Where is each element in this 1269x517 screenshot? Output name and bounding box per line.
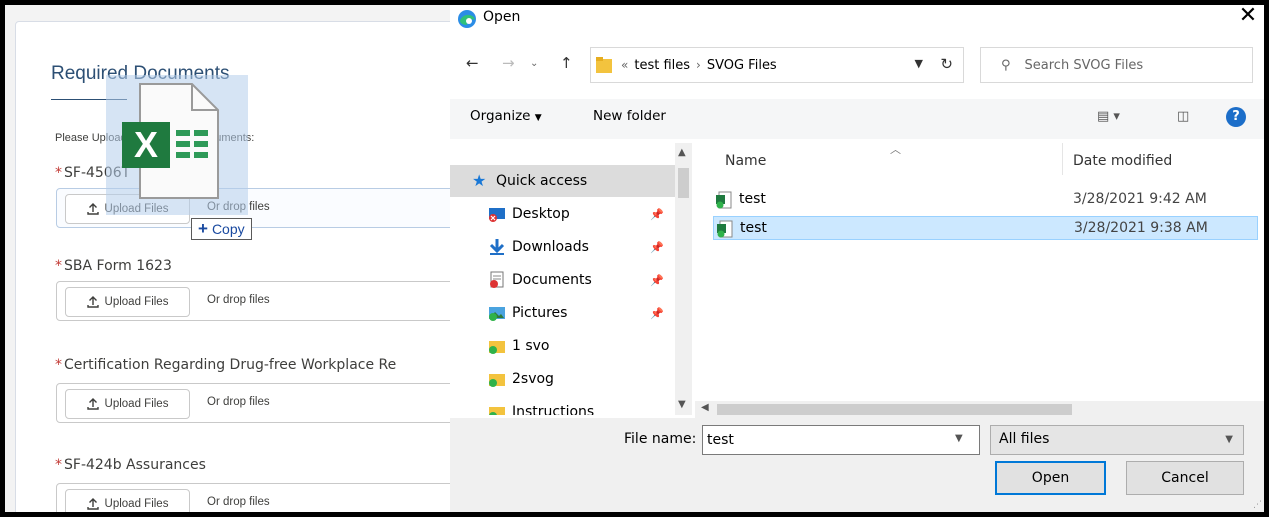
breadcrumb: «test files › SVOG Files [621, 57, 777, 73]
open-file-dialog: Open ✕ ← → ⌄ ↑ «test files › SVOG Files ▼ … [450, 5, 1264, 512]
column-header-name[interactable]: Name [725, 153, 766, 169]
edge-browser-icon [458, 10, 476, 28]
new-folder-button[interactable]: New folder [593, 108, 666, 124]
upload-files-button[interactable]: Upload Files [65, 389, 190, 419]
back-arrow-icon[interactable]: ← [466, 54, 479, 72]
folder-icon [489, 341, 505, 354]
search-input[interactable]: ⚲ Search SVOG Files [980, 47, 1253, 83]
drag-copy-tooltip: + Copy [191, 218, 252, 240]
scrollbar-thumb[interactable] [678, 168, 689, 198]
sort-chevron-icon: ︿ [890, 143, 901, 156]
svg-text:X: X [134, 124, 158, 165]
file-list-horizontal-scrollbar[interactable]: ◀ [695, 401, 1264, 418]
excel-file-icon [717, 220, 733, 238]
breadcrumb-test-files[interactable]: test files [634, 58, 690, 73]
file-row-selected[interactable]: test 3/28/2021 9:38 AM [713, 216, 1258, 240]
drop-files-hint: Or drop files [207, 294, 270, 306]
upload-icon [86, 203, 99, 215]
change-view-icon[interactable]: ▤ ▾ [1097, 109, 1120, 124]
file-name-input[interactable]: test [702, 425, 980, 455]
file-dropzone[interactable]: Upload Files Or drop files [56, 383, 450, 423]
cancel-button[interactable]: Cancel [1126, 461, 1244, 495]
sidebar-item-1-svo[interactable]: 1 svo [450, 330, 675, 362]
doc-label-sba-form-1623: * SBA Form 1623 [55, 258, 172, 274]
excel-file-icon [716, 191, 732, 209]
scroll-left-icon[interactable]: ◀ [701, 402, 709, 413]
up-arrow-icon[interactable]: ↑ [560, 54, 573, 72]
upload-icon [86, 498, 99, 510]
desktop-icon [489, 208, 505, 222]
pin-icon[interactable]: 📌 [650, 208, 664, 221]
file-dropzone[interactable]: Upload Files Or drop files [56, 281, 450, 321]
dialog-titlebar[interactable]: Open ✕ [450, 5, 1264, 37]
sidebar-item-documents[interactable]: Documents 📌 [450, 264, 675, 296]
file-list: Name ︿ Date modified test 3/28/2021 9:42… [695, 143, 1264, 401]
scroll-up-icon[interactable]: ▲ [678, 147, 686, 158]
folder-icon [489, 374, 505, 387]
column-header-date-modified[interactable]: Date modified [1073, 153, 1172, 169]
file-name-label: File name: [624, 431, 697, 447]
search-icon: ⚲ [1001, 57, 1011, 73]
upload-icon [86, 398, 99, 410]
documents-icon [490, 271, 504, 288]
chevron-down-icon: ▼ [534, 113, 542, 123]
resize-grip-icon[interactable]: ⋰ [1253, 500, 1262, 510]
address-bar[interactable]: «test files › SVOG Files ▼ ↻ [590, 47, 964, 83]
sidebar-item-instructions[interactable]: Instructions [450, 396, 675, 415]
upload-files-button[interactable]: Upload Files [65, 287, 190, 317]
scrollbar-thumb[interactable] [717, 404, 1072, 415]
required-marker: * [55, 258, 62, 274]
file-type-select[interactable]: All files ▼ [990, 425, 1244, 455]
organize-button[interactable]: Organize ▼ [470, 108, 542, 124]
recent-locations-chevron-icon[interactable]: ⌄ [530, 58, 538, 69]
open-button[interactable]: Open [995, 461, 1106, 495]
breadcrumb-separator-icon[interactable]: › [696, 58, 701, 72]
file-dropzone[interactable]: Upload Files Or drop files [56, 483, 450, 512]
sidebar-item-pictures[interactable]: Pictures 📌 [450, 297, 675, 329]
nav-pane-scrollbar[interactable]: ▲ ▼ [675, 143, 692, 415]
required-marker: * [55, 165, 62, 181]
required-marker: * [55, 357, 62, 373]
dialog-footer: File name: test ▼ All files ▼ Open Cance… [450, 418, 1264, 512]
help-icon[interactable]: ? [1226, 107, 1246, 127]
close-icon[interactable]: ✕ [1234, 5, 1262, 28]
required-marker: * [55, 457, 62, 473]
navigation-bar: ← → ⌄ ↑ «test files › SVOG Files ▼ ↻ ⚲ Sea… [450, 45, 1264, 91]
sidebar-item-2svog[interactable]: 2svog [450, 363, 675, 395]
doc-label-sf424b: * SF-424b Assurances [55, 457, 206, 473]
pin-icon[interactable]: 📌 [650, 307, 664, 320]
folder-icon [596, 57, 612, 73]
sidebar-item-downloads[interactable]: Downloads 📌 [450, 231, 675, 263]
download-icon [489, 239, 505, 255]
plus-icon: + [198, 219, 208, 238]
pictures-icon [489, 307, 505, 321]
file-row[interactable]: test 3/28/2021 9:42 AM [713, 188, 1258, 212]
chevron-down-icon[interactable]: ▼ [915, 57, 923, 70]
navigation-pane: ★ Quick access Desktop 📌 Downloads 📌 Doc… [450, 143, 695, 415]
breadcrumb-svog-files[interactable]: SVOG Files [707, 58, 777, 73]
scroll-down-icon[interactable]: ▼ [678, 399, 686, 410]
refresh-icon[interactable]: ↻ [940, 55, 953, 73]
sidebar-item-desktop[interactable]: Desktop 📌 [450, 198, 675, 230]
pin-icon[interactable]: 📌 [650, 274, 664, 287]
drop-files-hint: Or drop files [207, 396, 270, 408]
excel-file-icon: X [122, 83, 219, 199]
doc-label-drug-free-workplace: * Certification Regarding Drug-free Workp… [55, 357, 397, 373]
drop-files-hint: Or drop files [207, 496, 270, 508]
star-icon: ★ [472, 171, 487, 190]
chevron-down-icon[interactable]: ▼ [955, 433, 963, 444]
upload-files-button[interactable]: Upload Files [65, 489, 190, 512]
forward-arrow-icon[interactable]: → [502, 54, 515, 72]
chevron-down-icon: ▼ [1225, 434, 1233, 445]
column-divider[interactable] [1062, 143, 1063, 175]
folder-icon [489, 407, 505, 415]
pin-icon[interactable]: 📌 [650, 241, 664, 254]
sidebar-item-quick-access[interactable]: ★ Quick access [450, 165, 675, 197]
dialog-title: Open [483, 9, 521, 25]
preview-pane-icon[interactable]: ◫ [1177, 109, 1189, 124]
upload-icon [86, 296, 99, 308]
dialog-toolbar: Organize ▼ New folder ▤ ▾ ◫ ? [450, 99, 1264, 139]
